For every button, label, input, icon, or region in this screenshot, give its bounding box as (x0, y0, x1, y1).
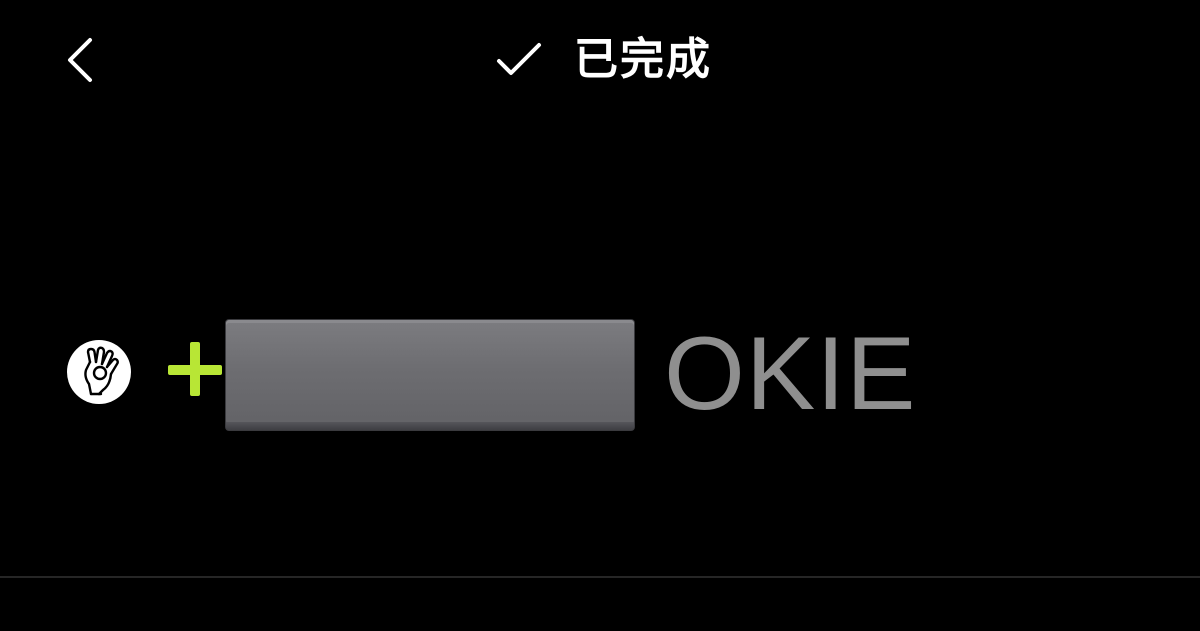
blank-keycap-icon (226, 320, 634, 430)
ok-hand-icon (67, 340, 131, 404)
bottom-divider (0, 576, 1200, 578)
chevron-left-icon (58, 34, 106, 86)
back-button[interactable] (58, 34, 106, 86)
message-row: OKIE (0, 318, 1200, 432)
plus-icon (168, 342, 224, 398)
status-label: 已完成 (574, 34, 712, 85)
status-indicator: 已完成 (496, 30, 712, 90)
check-icon (496, 42, 542, 78)
suffix-text: OKIE (664, 316, 917, 432)
